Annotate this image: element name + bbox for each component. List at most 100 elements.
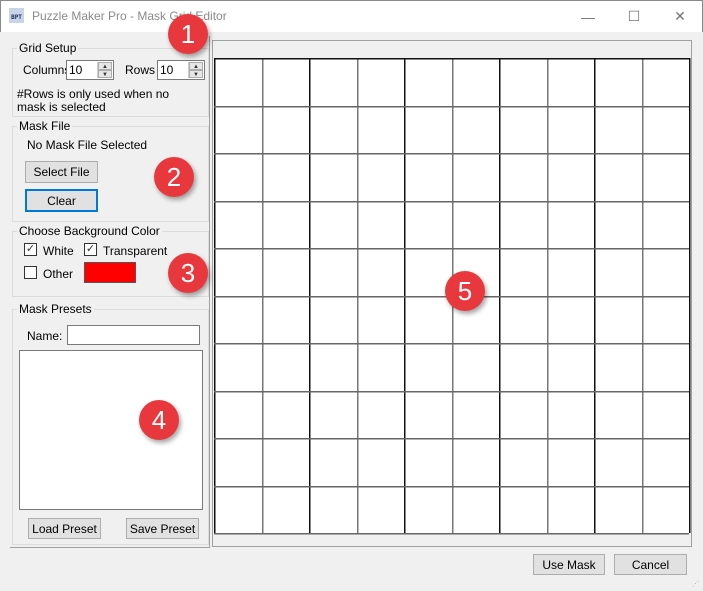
- grid-cell[interactable]: [262, 248, 310, 296]
- grid-cell[interactable]: [594, 58, 642, 106]
- grid-cell[interactable]: [214, 438, 262, 486]
- grid-cell[interactable]: [547, 343, 595, 391]
- grid-cell[interactable]: [404, 438, 452, 486]
- clear-button[interactable]: Clear: [25, 189, 98, 212]
- grid-cell[interactable]: [214, 296, 262, 344]
- select-file-button[interactable]: Select File: [25, 161, 98, 183]
- grid-cell[interactable]: [309, 58, 357, 106]
- grid-cell[interactable]: [309, 486, 357, 534]
- grid-cell[interactable]: [642, 58, 690, 106]
- rows-input[interactable]: [158, 61, 186, 78]
- grid-cell[interactable]: [404, 296, 452, 344]
- grid-cell[interactable]: [499, 438, 547, 486]
- grid-cell[interactable]: [309, 201, 357, 249]
- grid-cell[interactable]: [262, 391, 310, 439]
- grid-cell[interactable]: [309, 438, 357, 486]
- grid-cell[interactable]: [499, 391, 547, 439]
- grid-cell[interactable]: [262, 486, 310, 534]
- grid-cell[interactable]: [357, 343, 405, 391]
- grid-cell[interactable]: [262, 58, 310, 106]
- spin-up-icon[interactable]: ▲: [189, 62, 203, 70]
- grid-cell[interactable]: [547, 296, 595, 344]
- grid-cell[interactable]: [357, 201, 405, 249]
- use-mask-button[interactable]: Use Mask: [533, 554, 605, 575]
- grid-cell[interactable]: [357, 106, 405, 154]
- grid-cell[interactable]: [594, 201, 642, 249]
- grid-cell[interactable]: [594, 343, 642, 391]
- grid-cell[interactable]: [642, 438, 690, 486]
- grid-cell[interactable]: [214, 343, 262, 391]
- grid-cell[interactable]: [404, 153, 452, 201]
- preset-name-input[interactable]: [67, 325, 200, 345]
- grid-cell[interactable]: [262, 343, 310, 391]
- grid-cell[interactable]: [262, 153, 310, 201]
- grid-cell[interactable]: [309, 153, 357, 201]
- grid-cell[interactable]: [594, 248, 642, 296]
- resize-grip-icon[interactable]: ⋰: [692, 580, 699, 588]
- white-checkbox[interactable]: ✓: [24, 243, 37, 256]
- grid-cell[interactable]: [357, 391, 405, 439]
- grid-cell[interactable]: [452, 58, 500, 106]
- grid-cell[interactable]: [499, 486, 547, 534]
- maximize-button[interactable]: ☐: [611, 1, 657, 32]
- grid-cell[interactable]: [404, 106, 452, 154]
- grid-cell[interactable]: [547, 486, 595, 534]
- spin-up-icon[interactable]: ▲: [98, 62, 112, 70]
- grid-cell[interactable]: [594, 438, 642, 486]
- grid-cell[interactable]: [357, 486, 405, 534]
- cancel-button[interactable]: Cancel: [614, 554, 687, 575]
- grid-cell[interactable]: [214, 106, 262, 154]
- color-swatch[interactable]: [84, 262, 136, 283]
- grid-cell[interactable]: [452, 438, 500, 486]
- grid-cell[interactable]: [214, 248, 262, 296]
- save-preset-button[interactable]: Save Preset: [126, 518, 199, 539]
- grid-cell[interactable]: [214, 391, 262, 439]
- grid-cell[interactable]: [404, 391, 452, 439]
- grid-cell[interactable]: [452, 486, 500, 534]
- grid-cell[interactable]: [404, 58, 452, 106]
- rows-stepper[interactable]: ▲ ▼: [157, 60, 205, 80]
- grid-cell[interactable]: [452, 343, 500, 391]
- grid-cell[interactable]: [309, 296, 357, 344]
- grid-cell[interactable]: [499, 58, 547, 106]
- grid-cell[interactable]: [214, 201, 262, 249]
- grid-cell[interactable]: [262, 296, 310, 344]
- grid-cell[interactable]: [452, 153, 500, 201]
- close-button[interactable]: ✕: [657, 1, 703, 32]
- grid-cell[interactable]: [499, 248, 547, 296]
- grid-cell[interactable]: [642, 106, 690, 154]
- grid-cell[interactable]: [452, 106, 500, 154]
- grid-cell[interactable]: [642, 391, 690, 439]
- grid-cell[interactable]: [642, 343, 690, 391]
- grid-cell[interactable]: [499, 343, 547, 391]
- grid-cell[interactable]: [499, 201, 547, 249]
- grid-cell[interactable]: [547, 106, 595, 154]
- grid-cell[interactable]: [309, 391, 357, 439]
- grid-cell[interactable]: [499, 106, 547, 154]
- grid-cell[interactable]: [594, 296, 642, 344]
- grid-cell[interactable]: [357, 248, 405, 296]
- grid-cell[interactable]: [214, 486, 262, 534]
- grid-cell[interactable]: [547, 248, 595, 296]
- grid-cell[interactable]: [594, 391, 642, 439]
- grid-cell[interactable]: [214, 58, 262, 106]
- grid-cell[interactable]: [452, 201, 500, 249]
- grid-cell[interactable]: [262, 438, 310, 486]
- grid-cell[interactable]: [262, 106, 310, 154]
- grid-cell[interactable]: [357, 153, 405, 201]
- grid-cell[interactable]: [404, 486, 452, 534]
- grid-cell[interactable]: [594, 486, 642, 534]
- grid-cell[interactable]: [404, 343, 452, 391]
- transparent-checkbox[interactable]: ✓: [84, 243, 97, 256]
- grid-cell[interactable]: [547, 201, 595, 249]
- columns-stepper[interactable]: ▲ ▼: [66, 60, 114, 80]
- rows-spin[interactable]: ▲ ▼: [188, 62, 203, 78]
- grid-cell[interactable]: [357, 296, 405, 344]
- grid-cell[interactable]: [309, 343, 357, 391]
- grid-cell[interactable]: [404, 201, 452, 249]
- grid-cell[interactable]: [547, 438, 595, 486]
- grid-cell[interactable]: [642, 296, 690, 344]
- grid-cell[interactable]: [309, 248, 357, 296]
- grid-cell[interactable]: [594, 153, 642, 201]
- spin-down-icon[interactable]: ▼: [98, 70, 112, 78]
